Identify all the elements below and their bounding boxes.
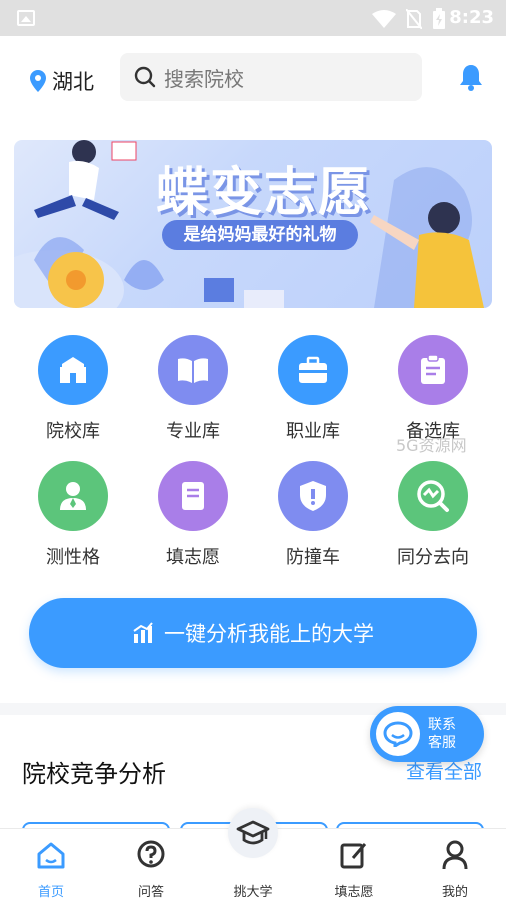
school-icon bbox=[38, 335, 108, 405]
search-trend-icon bbox=[398, 461, 468, 531]
banner-subtitle: 是给妈妈最好的礼物 bbox=[162, 220, 358, 250]
chat-bubble-icon bbox=[376, 712, 420, 756]
image-notification-icon bbox=[17, 10, 35, 26]
grid-item-career-library[interactable]: 职业库 bbox=[258, 335, 368, 443]
choose-university-center-button[interactable] bbox=[228, 808, 278, 858]
tab-label: 我的 bbox=[441, 885, 468, 900]
section-title: 院校竞争分析 bbox=[22, 760, 166, 788]
grid-label: 填志愿 bbox=[166, 547, 220, 568]
shield-icon bbox=[278, 461, 348, 531]
clock: 8:23 bbox=[449, 7, 494, 28]
notification-bell[interactable] bbox=[458, 63, 484, 95]
tab-label: 挑大学 bbox=[233, 885, 273, 900]
tab-label: 首页 bbox=[37, 885, 64, 900]
grid-item-personality-test[interactable]: 测性格 bbox=[18, 461, 128, 569]
book-open-icon bbox=[158, 335, 228, 405]
search-icon bbox=[134, 66, 156, 88]
question-icon bbox=[137, 840, 165, 868]
user-icon bbox=[442, 840, 468, 870]
grid-item-school-library[interactable]: 院校库 bbox=[18, 335, 128, 443]
battery-icon bbox=[433, 8, 445, 29]
grid-label: 测性格 bbox=[46, 547, 100, 568]
customer-service-button[interactable]: 联系 客服 bbox=[370, 706, 484, 762]
banner-title: 蝶变志愿 bbox=[156, 162, 373, 223]
search-placeholder: 搜索院校 bbox=[164, 66, 244, 91]
briefcase-icon bbox=[278, 335, 348, 405]
grid-item-fill-application[interactable]: 填志愿 bbox=[138, 461, 248, 569]
tab-label: 填志愿 bbox=[334, 885, 374, 900]
tab-mine[interactable]: 我的 bbox=[410, 837, 500, 900]
no-sim-icon bbox=[406, 9, 422, 29]
grid-label: 专业库 bbox=[166, 421, 220, 442]
status-icons bbox=[372, 8, 446, 30]
grid-item-collision-check[interactable]: 防撞车 bbox=[258, 461, 368, 569]
promo-banner[interactable]: 蝶变志愿 是给妈妈最好的礼物 bbox=[14, 140, 492, 308]
grid-item-same-score-destination[interactable]: 同分去向 bbox=[378, 461, 488, 569]
location-pin-icon bbox=[30, 70, 46, 92]
analyze-universities-button[interactable]: 一键分析我能上的大学 bbox=[29, 598, 477, 668]
location-label: 湖北 bbox=[52, 70, 94, 94]
status-bar: 8:23 bbox=[0, 0, 506, 36]
wifi-icon bbox=[372, 10, 396, 28]
header: 湖北 搜索院校 bbox=[0, 36, 506, 118]
service-line2: 客服 bbox=[428, 735, 456, 751]
tab-fill-application[interactable]: 填志愿 bbox=[309, 837, 399, 900]
home-icon bbox=[37, 842, 65, 869]
graduation-cap-icon bbox=[236, 820, 270, 845]
service-line1: 联系 bbox=[428, 717, 456, 733]
form-book-icon bbox=[158, 461, 228, 531]
clipboard-icon bbox=[398, 335, 468, 405]
search-input[interactable]: 搜索院校 bbox=[120, 53, 422, 101]
grid-item-major-library[interactable]: 专业库 bbox=[138, 335, 248, 443]
grid-label: 院校库 bbox=[46, 421, 100, 442]
grid-label: 防撞车 bbox=[286, 547, 340, 568]
cta-label: 一键分析我能上的大学 bbox=[164, 622, 374, 646]
bell-icon bbox=[460, 65, 482, 91]
grid-item-backup-library[interactable]: 备选库 bbox=[378, 335, 488, 443]
watermark: 5G资源网 bbox=[396, 436, 467, 455]
tab-label: 问答 bbox=[137, 885, 164, 900]
edit-icon bbox=[340, 843, 367, 869]
grid-label: 同分去向 bbox=[397, 547, 469, 568]
location-selector[interactable]: 湖北 bbox=[30, 66, 94, 96]
tab-home[interactable]: 首页 bbox=[6, 837, 96, 900]
bar-chart-icon bbox=[133, 622, 153, 643]
tab-qa[interactable]: 问答 bbox=[106, 837, 196, 900]
person-icon bbox=[38, 461, 108, 531]
grid-label: 职业库 bbox=[286, 421, 340, 442]
